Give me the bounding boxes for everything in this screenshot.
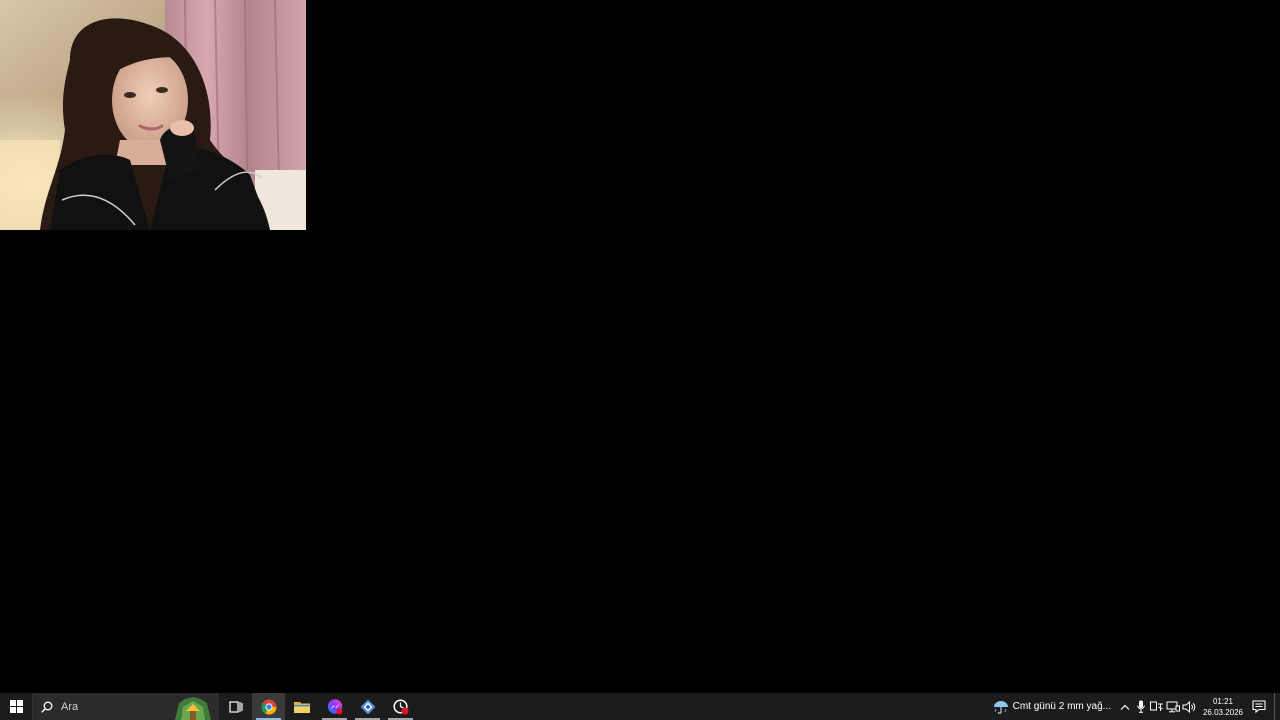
- show-desktop-button[interactable]: [1274, 693, 1280, 720]
- taskbar-app-circle-button[interactable]: [384, 693, 417, 720]
- taskbar: Ara Cmt günü 2 mm yağ... 01:21 26.03.202…: [0, 693, 1280, 720]
- task-view-button[interactable]: [219, 693, 252, 720]
- search-placeholder: Ara: [61, 700, 79, 713]
- show-hidden-icons-button[interactable]: [1117, 693, 1133, 720]
- chrome-icon: [260, 699, 276, 715]
- clock-date: 26.03.2026: [1202, 707, 1244, 717]
- rain-umbrella-icon: [993, 700, 1008, 714]
- notification-center-button[interactable]: [1247, 693, 1271, 720]
- app-circle-icon: [392, 698, 408, 714]
- app-diamond-icon: [360, 699, 375, 714]
- taskbar-file-explorer-button[interactable]: [285, 693, 318, 720]
- task-view-icon: [228, 700, 243, 713]
- search-icon: [41, 701, 53, 713]
- start-button[interactable]: [0, 693, 32, 720]
- messenger-icon: [327, 698, 342, 714]
- keyboard-language-icon: [1150, 701, 1163, 711]
- microphone-icon: [1137, 700, 1145, 713]
- taskbar-messenger-button[interactable]: [318, 693, 351, 720]
- notification-icon: [1252, 700, 1266, 713]
- weather-text: Cmt günü 2 mm yağ...: [1012, 701, 1111, 712]
- desktop-background: [0, 0, 1280, 693]
- weather-widget[interactable]: Cmt günü 2 mm yağ...: [987, 693, 1117, 720]
- search-highlight-image[interactable]: [167, 693, 219, 720]
- volume-tray-button[interactable]: [1181, 693, 1197, 720]
- taskbar-chrome-button[interactable]: [252, 693, 285, 720]
- speaker-icon: [1182, 700, 1196, 713]
- taskbar-app-diamond-button[interactable]: [351, 693, 384, 720]
- language-tray-button[interactable]: [1149, 693, 1165, 720]
- windows-logo-icon: [9, 700, 23, 713]
- clock-time: 01:21: [1212, 696, 1234, 706]
- search-box[interactable]: Ara: [32, 693, 167, 720]
- webcam-overlay: [0, 0, 306, 230]
- taskbar-clock[interactable]: 01:21 26.03.2026: [1201, 693, 1245, 720]
- network-icon: [1166, 701, 1180, 712]
- folder-icon: [293, 702, 310, 713]
- system-tray: Cmt günü 2 mm yağ... 01:21 26.03.2026: [987, 693, 1280, 720]
- webcam-video-frame: [0, 0, 306, 230]
- search-highlight-icon: [169, 693, 217, 720]
- microphone-tray-button[interactable]: [1133, 693, 1149, 720]
- chevron-up-icon: [1120, 704, 1130, 710]
- network-tray-button[interactable]: [1165, 693, 1181, 720]
